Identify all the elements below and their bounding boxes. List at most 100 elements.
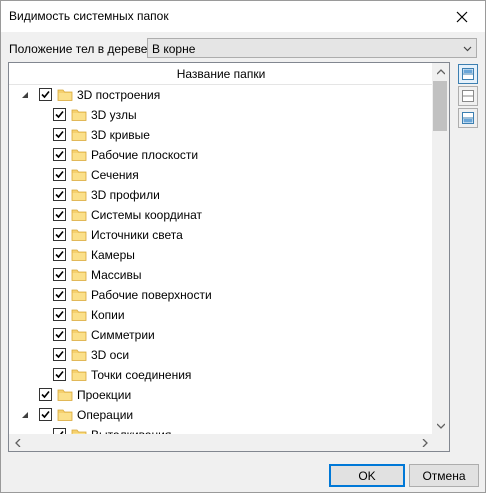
- folder-checkbox[interactable]: [53, 188, 66, 201]
- cancel-button[interactable]: Отмена: [409, 464, 479, 487]
- expand-all-icon: [462, 68, 474, 80]
- ok-button[interactable]: OK: [329, 464, 405, 487]
- tree-row[interactable]: 3D кривые: [9, 125, 433, 145]
- horizontal-scrollbar[interactable]: [9, 434, 433, 451]
- tree-row[interactable]: Рабочие поверхности: [9, 285, 433, 305]
- tree-row[interactable]: 3D оси: [9, 345, 433, 365]
- expand-all-button[interactable]: [458, 64, 478, 84]
- folder-icon: [71, 109, 87, 121]
- tree-row[interactable]: Проекции: [9, 385, 433, 405]
- checkmark-icon: [55, 110, 64, 119]
- tree-row[interactable]: Выталкивания: [9, 425, 433, 434]
- folder-label: Проекции: [77, 388, 132, 402]
- tree-row[interactable]: Точки соединения: [9, 365, 433, 385]
- folder-label: Рабочие плоскости: [91, 148, 199, 162]
- collapse-all-icon: [462, 90, 474, 102]
- folder-checkbox[interactable]: [39, 388, 52, 401]
- folder-icon: [57, 89, 73, 101]
- folder-checkbox[interactable]: [53, 268, 66, 281]
- checkmark-icon: [55, 230, 64, 239]
- checkmark-icon: [55, 370, 64, 379]
- close-button[interactable]: [439, 1, 485, 32]
- folder-label: Сечения: [91, 168, 139, 182]
- folder-label: Массивы: [91, 268, 142, 282]
- folder-label: 3D оси: [91, 348, 130, 362]
- folder-checkbox[interactable]: [39, 88, 52, 101]
- tree-row[interactable]: Сечения: [9, 165, 433, 185]
- tree-row[interactable]: Камеры: [9, 245, 433, 265]
- folder-checkbox[interactable]: [53, 128, 66, 141]
- scrollbar-corner: [432, 434, 449, 451]
- folder-label: 3D построения: [77, 88, 161, 102]
- checkmark-icon: [55, 270, 64, 279]
- folder-label: Источники света: [91, 228, 183, 242]
- folder-checkbox[interactable]: [53, 248, 66, 261]
- folder-label: 3D узлы: [91, 108, 137, 122]
- tree-row[interactable]: Массивы: [9, 265, 433, 285]
- vertical-scroll-thumb[interactable]: [433, 81, 447, 131]
- checkmark-icon: [55, 190, 64, 199]
- folder-checkbox[interactable]: [53, 288, 66, 301]
- folder-checkbox[interactable]: [53, 148, 66, 161]
- tree-row[interactable]: Копии: [9, 305, 433, 325]
- folder-icon: [71, 309, 87, 321]
- cancel-label: Отмена: [422, 468, 466, 483]
- folder-icon: [71, 249, 87, 261]
- collapse-arrow-icon[interactable]: [21, 91, 29, 99]
- folder-label: 3D кривые: [91, 128, 150, 142]
- tree-row[interactable]: 3D построения: [9, 85, 433, 105]
- position-dropdown[interactable]: В корне: [147, 38, 477, 58]
- folder-label: 3D профили: [91, 188, 160, 202]
- column-header[interactable]: Название папки: [9, 63, 433, 85]
- checkmark-icon: [41, 410, 50, 419]
- checkmark-icon: [55, 310, 64, 319]
- arrow-down-icon: [436, 423, 445, 429]
- scroll-up-button[interactable]: [432, 63, 449, 80]
- folder-checkbox[interactable]: [53, 328, 66, 341]
- folder-checkbox[interactable]: [53, 228, 66, 241]
- folder-icon: [71, 229, 87, 241]
- folder-checkbox[interactable]: [53, 368, 66, 381]
- folder-tree[interactable]: Название папки 3D построения 3D узлы 3D кр…: [8, 62, 450, 452]
- collapse-all-button[interactable]: [458, 86, 478, 106]
- ok-label: OK: [358, 468, 376, 483]
- collapse-arrow-icon[interactable]: [21, 411, 29, 419]
- checkmark-icon: [55, 170, 64, 179]
- folder-checkbox[interactable]: [53, 308, 66, 321]
- tree-rows: 3D построения 3D узлы 3D кривые Рабочие пло…: [9, 85, 433, 434]
- folder-checkbox[interactable]: [53, 208, 66, 221]
- scroll-left-button[interactable]: [9, 434, 26, 451]
- folder-icon: [71, 189, 87, 201]
- dialog-window: Видимость системных папок Положение тел …: [0, 0, 486, 493]
- folder-label: Операции: [77, 408, 134, 422]
- position-label: Положение тел в дереве:: [9, 42, 151, 56]
- folder-icon: [71, 209, 87, 221]
- folder-checkbox[interactable]: [53, 348, 66, 361]
- folder-checkbox[interactable]: [53, 168, 66, 181]
- folder-icon: [71, 169, 87, 181]
- folder-icon: [71, 289, 87, 301]
- tree-row[interactable]: Симметрии: [9, 325, 433, 345]
- arrow-left-icon: [14, 438, 20, 447]
- folder-icon: [71, 129, 87, 141]
- tree-row[interactable]: 3D профили: [9, 185, 433, 205]
- chevron-down-icon: [463, 46, 472, 52]
- tree-row[interactable]: 3D узлы: [9, 105, 433, 125]
- tree-row[interactable]: Рабочие плоскости: [9, 145, 433, 165]
- folder-label: Симметрии: [91, 328, 155, 342]
- tree-row[interactable]: Источники света: [9, 225, 433, 245]
- tree-row[interactable]: Системы координат: [9, 205, 433, 225]
- vertical-scrollbar[interactable]: [432, 63, 449, 434]
- tree-row[interactable]: Операции: [9, 405, 433, 425]
- column-header-label: Название папки: [176, 67, 266, 81]
- folder-icon: [57, 409, 73, 421]
- folder-label: Системы координат: [91, 208, 202, 222]
- folder-checkbox[interactable]: [53, 108, 66, 121]
- toggle-view-button[interactable]: [458, 108, 478, 128]
- scroll-down-button[interactable]: [432, 417, 449, 434]
- arrow-right-icon: [422, 438, 428, 447]
- checkmark-icon: [41, 90, 50, 99]
- folder-checkbox[interactable]: [39, 408, 52, 421]
- scroll-right-button[interactable]: [416, 434, 433, 451]
- checkmark-icon: [55, 290, 64, 299]
